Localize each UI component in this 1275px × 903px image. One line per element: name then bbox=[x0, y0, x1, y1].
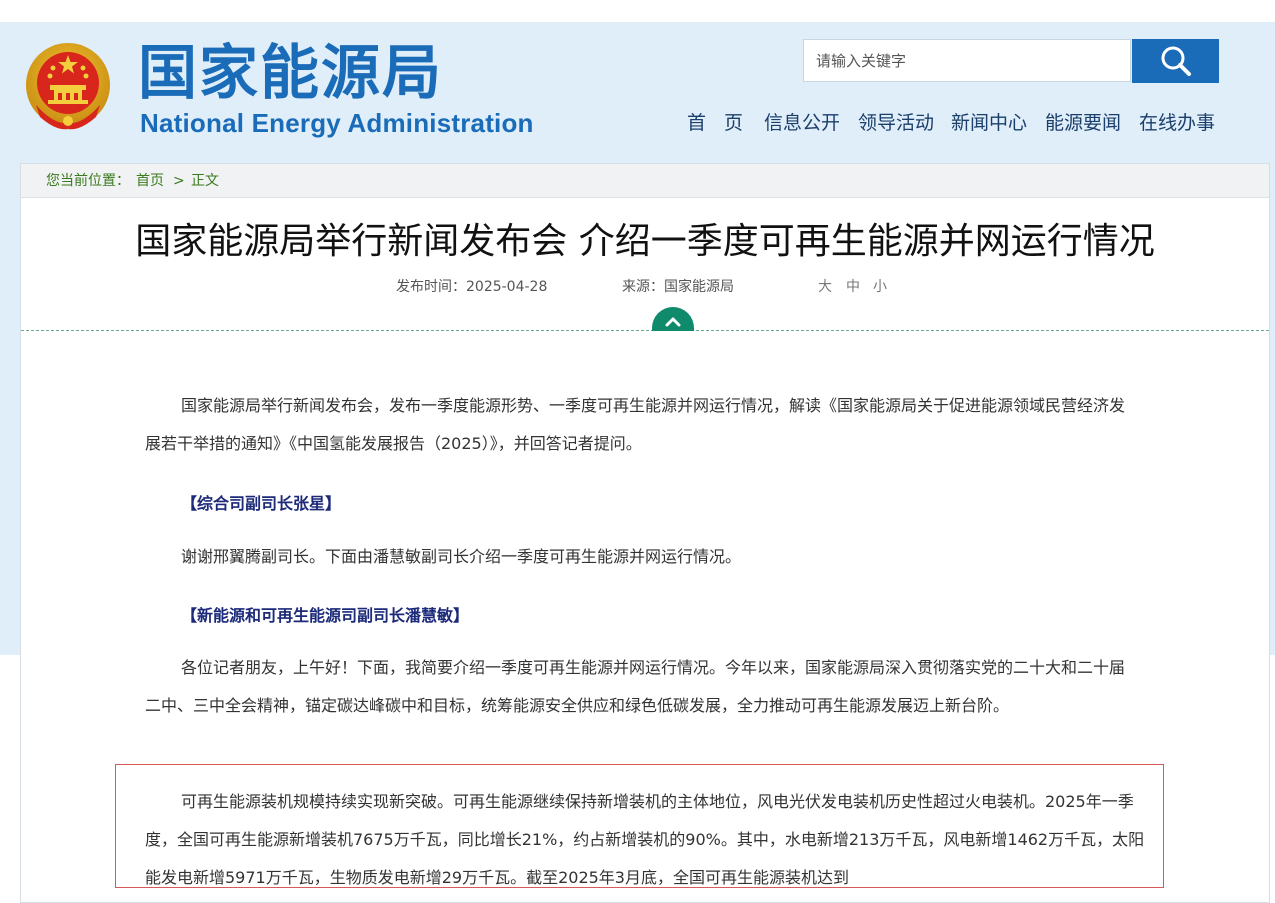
font-size-large-button[interactable]: 大 bbox=[818, 276, 832, 296]
nav-news-center[interactable]: 新闻中心 bbox=[951, 108, 1027, 136]
article-title: 国家能源局举行新闻发布会 介绍一季度可再生能源并网运行情况 bbox=[135, 221, 1155, 262]
font-size-small-button[interactable]: 小 bbox=[873, 276, 887, 296]
nav-info-disclosure[interactable]: 信息公开 bbox=[764, 108, 840, 136]
national-emblem-icon bbox=[26, 43, 110, 130]
nav-home[interactable]: 首 页 bbox=[687, 108, 749, 136]
breadcrumb: 您当前位置： 首页 > 正文 bbox=[21, 164, 1269, 198]
font-size-medium-button[interactable]: 中 bbox=[846, 276, 860, 296]
breadcrumb-home-link[interactable]: 首页 bbox=[136, 164, 164, 198]
search-button[interactable] bbox=[1132, 39, 1219, 83]
nav-online-services[interactable]: 在线办事 bbox=[1139, 108, 1215, 136]
chevron-up-icon bbox=[665, 317, 681, 327]
title-divider bbox=[21, 330, 1269, 331]
article-paragraph-highlighted: 可再生能源装机规模持续实现新突破。可再生能源继续保持新增装机的主体地位，风电光伏… bbox=[145, 792, 1145, 887]
search-input[interactable] bbox=[803, 39, 1131, 82]
speaker-heading: 【综合司副司长张星】 bbox=[181, 494, 342, 513]
site-logo-cn[interactable]: 国家能源局 bbox=[138, 38, 443, 108]
publish-date: 发布时间：2025-04-28 bbox=[396, 279, 548, 295]
breadcrumb-current: 正文 bbox=[191, 173, 219, 189]
article-paragraph: 谢谢邢翼腾副司长。下面由潘慧敏副司长介绍一季度可再生能源并网运行情况。 bbox=[181, 547, 742, 566]
site-logo-en[interactable]: National Energy Administration bbox=[140, 108, 534, 139]
article-source: 来源：国家能源局 bbox=[622, 279, 734, 295]
top-band bbox=[0, 0, 1275, 22]
breadcrumb-separator: > bbox=[173, 173, 185, 189]
article-paragraph: 各位记者朋友，上午好！下面，我简要介绍一季度可再生能源并网运行情况。今年以来，国… bbox=[145, 658, 1126, 715]
search-icon bbox=[1161, 46, 1191, 76]
article-paragraph: 国家能源局举行新闻发布会，发布一季度能源形势、一季度可再生能源并网运行情况，解读… bbox=[145, 396, 1126, 453]
breadcrumb-prefix: 您当前位置： bbox=[46, 173, 130, 189]
speaker-heading: 【新能源和可再生能源司副司长潘慧敏】 bbox=[181, 606, 470, 625]
nav-leadership[interactable]: 领导活动 bbox=[858, 108, 934, 136]
nav-energy-news[interactable]: 能源要闻 bbox=[1045, 108, 1121, 136]
